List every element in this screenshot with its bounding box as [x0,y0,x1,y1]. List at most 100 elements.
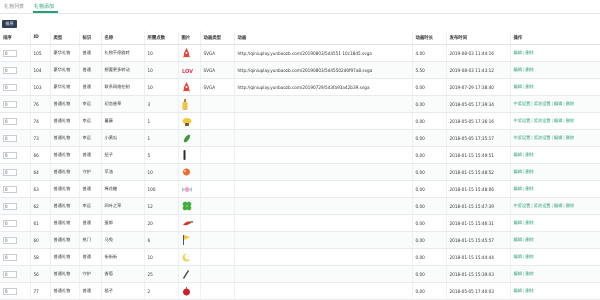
ball-icon [182,168,200,176]
cell-ops: 中奖设置|奖池设置|编辑|删除 [510,95,600,113]
cell-anim-type [200,112,235,130]
cell-anim-type [200,282,235,300]
op-link[interactable]: 中奖设置 [514,118,531,123]
sort-input[interactable] [3,134,17,142]
cell-name: 苹油 [101,163,145,181]
op-link[interactable]: 中奖设置 [514,135,531,140]
op-link[interactable]: 编辑 [514,84,522,89]
op-link[interactable]: 编辑 [554,118,562,123]
cell-anim [234,95,413,113]
sort-input[interactable] [3,270,17,278]
table-row: 104豪华礼物普通想要更多转动10LOVE SVGAhttp://qiniupla… [0,61,600,79]
sort-input[interactable] [3,236,17,244]
cell-image [178,163,201,181]
cell-points: 5 [144,146,179,164]
op-link[interactable]: 奖池设置 [534,135,551,140]
op-link[interactable]: 删除 [566,118,574,123]
cell-anim: http://qiniuplay.yunbaozb.com/20190803/5… [234,44,413,62]
op-link[interactable]: 中奖设置 [514,203,531,208]
op-link[interactable]: 编辑 [514,152,522,157]
op-link[interactable]: 编辑 [554,203,562,208]
op-link[interactable]: 删除 [525,169,533,174]
sort-input[interactable] [3,66,17,74]
op-link[interactable]: 奖池设置 [534,203,551,208]
cell-type: 普通礼物 [50,180,80,198]
cell-anim-type [200,180,235,198]
cell-mark: 普通 [79,44,102,62]
op-link[interactable]: 删除 [525,288,533,293]
op-link[interactable]: 删除 [525,50,533,55]
op-link[interactable]: 删除 [525,237,533,242]
tab-gift-add[interactable]: 礼物添加 [34,3,54,10]
cell-time: 2018-01-15 15:49:51 [446,146,511,164]
op-link[interactable]: 中奖设置 [514,101,531,106]
ops-separator: | [563,118,565,123]
op-link[interactable]: 删除 [525,186,533,191]
op-link[interactable]: 编辑 [514,67,522,72]
table-row: 66普通礼物普通扭子5 0.002018-01-15 15:49:51编辑|删除 [0,146,600,164]
cell-image [178,265,201,283]
op-link[interactable]: 编辑 [554,101,562,106]
cell-ops: 编辑|删除 [510,61,600,79]
cell-mark: 幸运 [79,95,102,113]
op-link[interactable]: 编辑 [514,169,522,174]
table-row: 77普通礼物普通毯子2 0.002018-05-05 17:40:03编辑|删除 [0,282,600,300]
sort-input[interactable] [3,253,17,261]
op-link[interactable]: 编辑 [514,237,522,242]
sort-input[interactable] [3,185,17,193]
sort-input[interactable] [3,117,17,125]
sort-input[interactable] [3,83,17,91]
op-link[interactable]: 奖池设置 [534,118,551,123]
op-link[interactable]: 编辑 [514,186,522,191]
op-link[interactable]: 编辑 [514,220,522,225]
ops-separator: | [531,101,533,106]
cell-anim [234,282,413,300]
table-row: 74普通礼物幸运蔓藤10.002018-05-05 17:36:16中奖设置|奖… [0,112,600,130]
sort-input[interactable] [3,151,17,159]
cell-image [178,129,201,147]
op-link[interactable]: 删除 [566,101,574,106]
cell-type: 普通礼物 [50,129,80,147]
cell-type: 普通礼物 [50,95,80,113]
op-link[interactable]: 删除 [566,135,574,140]
op-link[interactable]: 删除 [525,254,533,259]
cell-sort [0,214,31,232]
cell-name: 小黄瓜 [101,129,145,147]
op-link[interactable]: 删除 [525,220,533,225]
chili-icon [182,220,200,227]
sort-button[interactable]: 排序 [2,20,17,28]
sort-input[interactable] [3,168,17,176]
cell-anim [234,265,413,283]
sort-input[interactable] [3,219,17,227]
op-link[interactable]: 编辑 [514,288,522,293]
cell-points: 3 [144,95,179,113]
op-link[interactable]: 编辑 [514,271,522,276]
svg-text:LOVE: LOVE [182,69,193,74]
tab-gift-list[interactable]: 礼物列表 [4,3,24,10]
op-link[interactable]: 删除 [566,203,574,208]
sort-input[interactable] [3,49,17,57]
cell-mark: 热门 [79,231,102,249]
cell-image [178,180,201,198]
op-link[interactable]: 编辑 [514,50,522,55]
cell-sort [0,129,31,147]
sort-input[interactable] [3,287,17,295]
cell-id: 63 [30,180,51,198]
cell-image [178,248,201,266]
op-link[interactable]: 删除 [525,84,533,89]
cell-duration: 0.00 [412,265,447,283]
cell-time: 2018-01-15 15:48:06 [446,180,511,198]
op-link[interactable]: 删除 [525,271,533,276]
op-link[interactable]: 删除 [525,67,533,72]
cell-sort [0,146,31,164]
cell-type: 普通礼物 [50,231,80,249]
col-id: ID [30,31,51,45]
cell-ops: 编辑|删除 [510,248,600,266]
sort-input[interactable] [3,202,17,210]
op-link[interactable]: 奖池设置 [534,101,551,106]
op-link[interactable]: 删除 [525,152,533,157]
op-link[interactable]: 编辑 [554,135,562,140]
sort-input[interactable] [3,100,17,108]
op-link[interactable]: 编辑 [514,254,522,259]
cell-image: LOVE [178,61,201,79]
